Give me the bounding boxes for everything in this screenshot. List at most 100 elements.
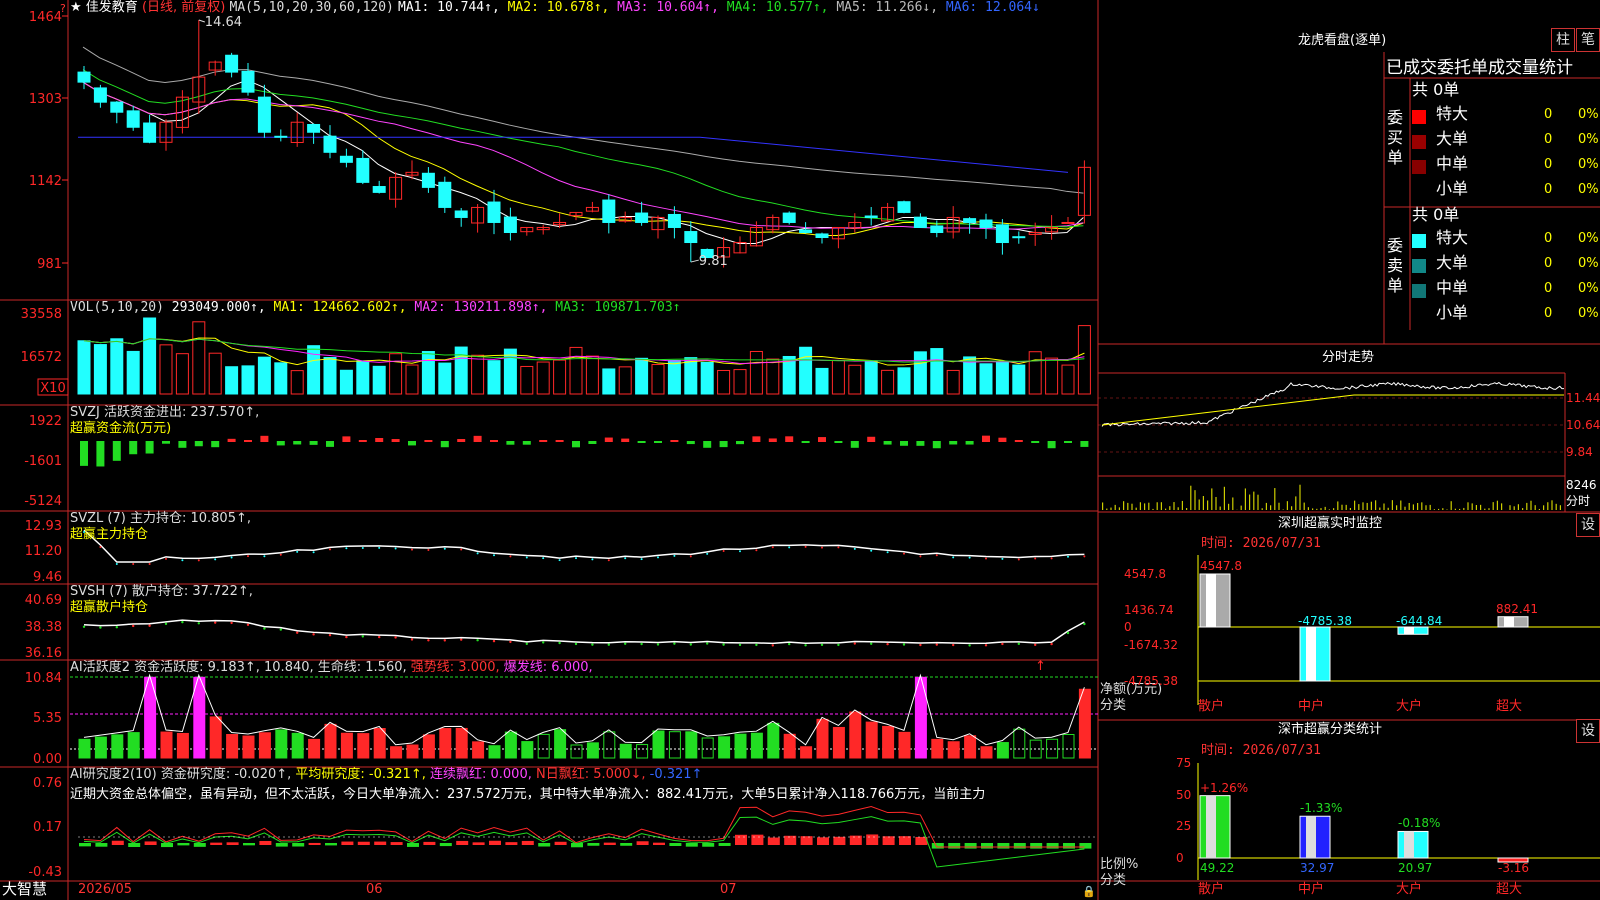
svzj-bar [670,440,679,442]
lock-icon[interactable]: 🔒 [1082,884,1096,900]
svzl-marker [1050,557,1053,560]
monitor-settings-button[interactable]: 设 [1576,513,1600,537]
ai2-bar [669,843,682,846]
svzj-bar [112,441,121,461]
svzj-bar [637,441,646,443]
ai2-nday: N日飘红: 5.000↓, [536,767,646,782]
svzj-bar [818,437,826,442]
ai2-bar [275,843,288,847]
lhb-sell-side-char: 委 [1387,236,1404,255]
classify-category-label: 中户 [1298,882,1325,897]
svzl-axis-label: 12.93 [25,519,62,534]
vol-bar [667,360,681,395]
fenshi-vol-bar [1496,500,1498,510]
bar-mode-button[interactable]: 柱 [1551,28,1575,52]
svsh-marker [214,621,217,624]
fenshi-vol-bar [1282,509,1284,510]
fenshi-vol-bar [1446,509,1448,510]
svsh-marker [230,621,233,625]
svzl-marker [476,552,479,555]
svzj-bar [768,438,777,442]
vol-bar [1077,325,1091,395]
svzl-marker [99,546,102,548]
vol-bar [569,346,583,395]
svzj-bar [293,441,302,445]
ai1-bar [127,732,140,759]
svzl-marker [755,549,758,552]
svzj-bar [309,441,318,445]
svzj-bar [276,441,285,446]
monitor-axis-label: 1436.74 [1124,603,1174,617]
ai2-bar [702,843,715,847]
fenshi-vol-bar [1547,502,1549,510]
fenshi-vol-bar [1232,497,1234,510]
fenshi-vol-bar [1396,505,1398,510]
svzl-sublabel: 超赢主力持仓 [70,527,149,542]
ai2-bar [472,842,485,845]
classify-value-label: 32.97 [1300,861,1335,875]
kline-candle [110,101,124,113]
monitor-axis-label: -4785.38 [1124,674,1178,688]
ai1-bar [767,722,780,759]
fenshi-vol-bar [1265,502,1267,510]
svzl-marker [1067,555,1069,558]
svsh-marker [574,642,578,646]
kline-axis-label: 1142 [29,174,62,189]
fenshi-vol-bar [1526,502,1528,510]
fenshi-vol-bar [1459,508,1461,510]
svsh-marker [558,641,561,645]
ai2-bar [325,843,337,846]
fenshi-vol-bar [1480,504,1482,510]
vol-bar [471,354,485,395]
vol-axis-label: 33558 [21,307,62,322]
ai1-bar [783,733,796,759]
kline-candle [307,123,321,133]
kline-axis-label: 1464 [29,10,62,25]
ai2-bar [866,834,879,845]
svzj-bar [211,441,220,448]
svzj-bar [424,440,433,442]
kline-candle [995,224,1009,244]
kline-candle [897,201,911,213]
classify-value-label: 49.22 [1200,861,1235,875]
vol-bar [717,369,731,395]
fenshi-vol-bar [1412,504,1414,510]
svsh-marker [132,624,135,628]
ai1-bar [980,746,993,759]
period-label[interactable]: (日线, 前复权) [142,0,225,15]
lhb-row-count: 0 [1544,306,1553,321]
svzj-bar [391,439,400,442]
favorite-star-icon[interactable]: ★ [70,0,82,15]
kline-candle [782,212,796,223]
vol-bar [372,365,386,395]
svsh-marker [197,622,200,625]
lhb-sell-side-char: 卖 [1387,256,1404,275]
ai1-bar [1078,688,1091,759]
fenshi-vol-bar [1131,503,1133,510]
svzl-marker [214,558,217,561]
kline-candle [602,199,616,223]
classify-bar-highlight [1206,795,1216,858]
vol-bar [749,350,763,395]
classify-settings-button[interactable]: 设 [1576,719,1600,743]
classify-axis-label: 0 [1176,851,1184,865]
svsh-marker [1066,631,1070,635]
ai1-bar [947,741,960,759]
svzj-bar [1080,441,1089,447]
svsh-marker [837,643,840,647]
vol-bar [979,363,993,395]
date-label-0: 2026/05 [78,882,133,897]
vol-bar [274,362,288,395]
corner-mark: ? [60,2,66,15]
tick-mode-button[interactable]: 笔 [1576,28,1600,52]
ai1-bar [652,730,665,759]
fenshi-vol-bar [1291,506,1293,510]
kline-candle [143,122,157,143]
fenshi-vol-bar [1354,500,1356,510]
ai1-bar [636,744,649,759]
fenshi-axis-label: 9.84 [1566,445,1593,459]
svsh-marker [870,642,873,645]
fenshi-vol-bar [1538,508,1540,510]
lhb-row-percent: 0% [1578,256,1599,271]
svsh-marker [886,642,889,646]
